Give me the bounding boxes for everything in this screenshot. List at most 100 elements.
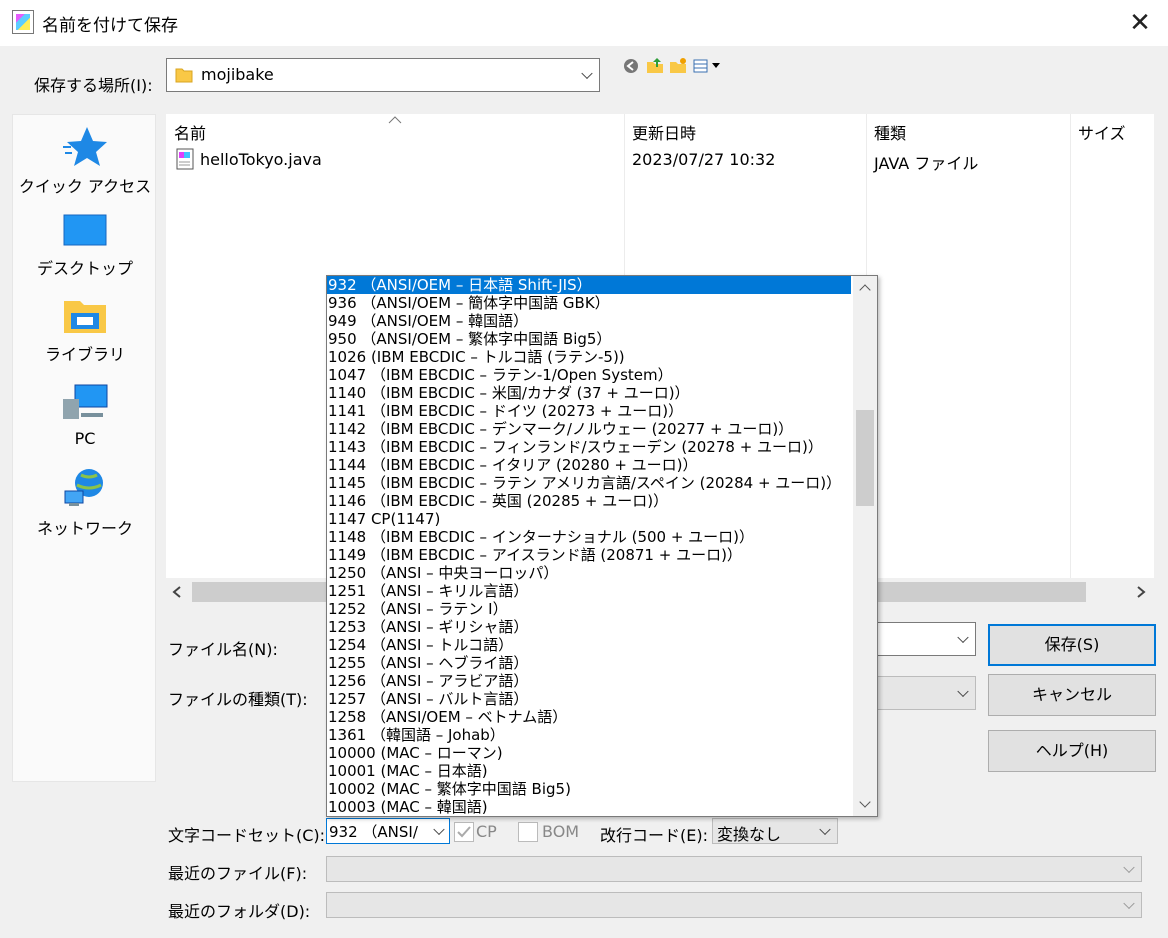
place-label: PC: [74, 429, 96, 448]
charset-option[interactable]: 1254 （ANSI – トルコ語）: [327, 636, 851, 654]
chevron-left-icon[interactable]: [172, 586, 182, 598]
chevron-down-icon: [433, 823, 445, 836]
charset-select[interactable]: 932 （ANSI/: [326, 818, 450, 844]
checkmark-icon: [457, 826, 471, 838]
dropdown-scrollbar[interactable]: [853, 276, 877, 816]
place-desktop[interactable]: デスクトップ: [13, 213, 157, 279]
charset-option[interactable]: 1361 （韓国語 – Johab）: [327, 726, 851, 744]
recent-files-select[interactable]: [326, 856, 1142, 882]
place-label: ライブラリ: [44, 345, 125, 364]
recent-folders-label: 最近のフォルダ(D):: [168, 902, 311, 921]
charset-option[interactable]: 1140 （IBM EBCDIC – 米国/カナダ (37 + ユーロ)）: [327, 384, 851, 402]
close-icon[interactable]: ✕: [1120, 6, 1160, 40]
bom-label: BOM: [542, 822, 580, 841]
newline-value: 変換なし: [717, 825, 782, 844]
charset-option[interactable]: 932 （ANSI/OEM – 日本語 Shift-JIS）: [327, 276, 851, 294]
location-label: 保存する場所(I):: [34, 76, 153, 95]
file-modified: 2023/07/27 10:32: [632, 150, 776, 169]
charset-option[interactable]: 1252 （ANSI – ラテン I）: [327, 600, 851, 618]
view-menu-icon[interactable]: [693, 58, 723, 74]
charset-option[interactable]: 949 （ANSI/OEM – 韓国語）: [327, 312, 851, 330]
recent-folders-select[interactable]: [326, 892, 1142, 918]
bom-checkbox[interactable]: [518, 822, 538, 842]
back-icon[interactable]: [623, 58, 639, 74]
chevron-down-icon: [581, 67, 593, 80]
charset-option[interactable]: 1143 （IBM EBCDIC – フィンランド/スウェーデン (20278 …: [327, 438, 851, 456]
column-header-type[interactable]: 種類: [874, 120, 906, 144]
charset-label: 文字コードセット(C):: [168, 826, 326, 845]
charset-option[interactable]: 1142 （IBM EBCDIC – デンマーク/ノルウェー (20277 + …: [327, 420, 851, 438]
charset-options-list[interactable]: 932 （ANSI/OEM – 日本語 Shift-JIS） 936 （ANSI/…: [327, 276, 851, 816]
save-button[interactable]: 保存(S): [988, 624, 1156, 666]
filetype-label: ファイルの種類(T):: [168, 690, 308, 709]
charset-option[interactable]: 1256 （ANSI – アラビア語）: [327, 672, 851, 690]
network-icon: [64, 469, 103, 506]
charset-option[interactable]: 1146 （IBM EBCDIC – 英国 (20285 + ユーロ)）: [327, 492, 851, 510]
chevron-down-icon[interactable]: [859, 796, 871, 808]
chevron-up-icon[interactable]: [859, 284, 871, 296]
table-row[interactable]: helloTokyo.java 2023/07/27 10:32 JAVA ファ…: [166, 144, 1154, 174]
cancel-button[interactable]: キャンセル: [988, 674, 1156, 716]
chevron-down-icon: [819, 823, 831, 836]
scrollbar-thumb[interactable]: [856, 410, 874, 506]
pc-icon: [63, 384, 108, 419]
up-folder-icon[interactable]: [646, 56, 664, 74]
charset-option[interactable]: 1147 CP(1147): [327, 510, 851, 528]
column-header-name[interactable]: 名前: [174, 120, 206, 144]
place-pc[interactable]: PC: [13, 383, 157, 448]
chevron-down-icon: [1123, 897, 1135, 910]
charset-option[interactable]: 1251 （ANSI – キリル言語）: [327, 582, 851, 600]
cp-checkbox[interactable]: [454, 822, 474, 842]
charset-option[interactable]: 10003 (MAC – 韓国語): [327, 798, 851, 816]
charset-option[interactable]: 1141 （IBM EBCDIC – ドイツ (20273 + ユーロ)）: [327, 402, 851, 420]
charset-option[interactable]: 1145 （IBM EBCDIC – ラテン アメリカ言語/スペイン (2028…: [327, 474, 851, 492]
column-header-size[interactable]: サイズ: [1078, 120, 1126, 144]
new-folder-icon[interactable]: [669, 57, 687, 75]
charset-value: 932 （ANSI/: [329, 823, 418, 841]
charset-option[interactable]: 1149 （IBM EBCDIC – アイスランド語 (20871 + ユーロ)…: [327, 546, 851, 564]
charset-option[interactable]: 1148 （IBM EBCDIC – インターナショナル (500 + ユーロ)…: [327, 528, 851, 546]
star-icon: [63, 127, 107, 166]
charset-option[interactable]: 1047 （IBM EBCDIC – ラテン-1/Open System）: [327, 366, 851, 384]
place-network[interactable]: ネットワーク: [13, 467, 157, 539]
place-label: クイック アクセス: [18, 177, 152, 196]
place-quick-access[interactable]: クイック アクセス: [13, 125, 157, 197]
charset-option[interactable]: 950 （ANSI/OEM – 繁体字中国語 Big5）: [327, 330, 851, 348]
places-bar: クイック アクセス デスクトップ ライブラリ PC ネットワーク: [12, 114, 156, 782]
charset-option[interactable]: 1250 （ANSI – 中央ヨーロッパ）: [327, 564, 851, 582]
column-header-modified[interactable]: 更新日時: [632, 120, 696, 144]
location-value: mojibake: [201, 65, 274, 84]
desktop-icon: [63, 214, 107, 246]
charset-option[interactable]: 1258 （ANSI/OEM – ベトナム語）: [327, 708, 851, 726]
folder-icon: [175, 68, 193, 83]
filename-label: ファイル名(N):: [168, 640, 278, 659]
java-file-icon: [176, 148, 194, 170]
location-combo[interactable]: mojibake: [166, 58, 600, 92]
charset-option[interactable]: 1257 （ANSI – バルト言語）: [327, 690, 851, 708]
newline-label: 改行コード(E):: [600, 826, 708, 845]
charset-option[interactable]: 1253 （ANSI – ギリシャ語）: [327, 618, 851, 636]
charset-option[interactable]: 1255 （ANSI – ヘブライ語）: [327, 654, 851, 672]
charset-dropdown[interactable]: 932 （ANSI/OEM – 日本語 Shift-JIS） 936 （ANSI/…: [326, 275, 878, 817]
chevron-down-icon: [1123, 861, 1135, 874]
file-name: helloTokyo.java: [200, 150, 322, 169]
file-type: JAVA ファイル: [874, 154, 979, 173]
place-label: ネットワーク: [36, 519, 133, 538]
charset-option[interactable]: 1026 (IBM EBCDIC – トルコ語 (ラテン-5)): [327, 348, 851, 366]
charset-option[interactable]: 936 （ANSI/OEM – 簡体字中国語 GBK）: [327, 294, 851, 312]
place-label: デスクトップ: [36, 259, 133, 278]
help-button[interactable]: ヘルプ(H): [988, 730, 1156, 772]
newline-select[interactable]: 変換なし: [712, 818, 838, 844]
charset-option[interactable]: 1144 （IBM EBCDIC – イタリア (20280 + ユーロ)）: [327, 456, 851, 474]
window-title: 名前を付けて保存: [42, 16, 178, 36]
charset-option[interactable]: 10001 (MAC – 日本語): [327, 762, 851, 780]
cp-label: CP: [476, 822, 497, 841]
recent-files-label: 最近のファイル(F):: [168, 864, 308, 883]
charset-option[interactable]: 10000 (MAC – ローマン): [327, 744, 851, 762]
chevron-right-icon[interactable]: [1136, 586, 1146, 598]
chevron-down-icon: [957, 685, 969, 698]
app-icon: [12, 10, 34, 34]
place-library[interactable]: ライブラリ: [13, 297, 157, 365]
charset-option[interactable]: 10002 (MAC – 繁体字中国語 Big5): [327, 780, 851, 798]
chevron-down-icon: [957, 631, 969, 644]
